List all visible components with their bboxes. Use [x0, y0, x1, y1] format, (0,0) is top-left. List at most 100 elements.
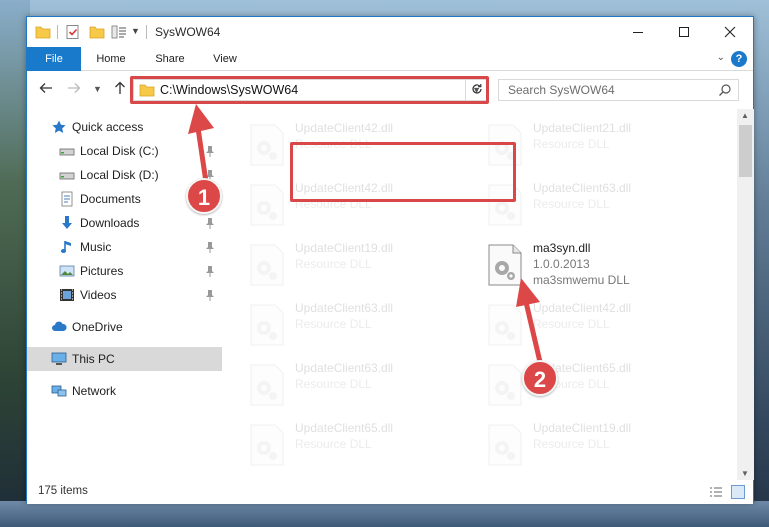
customize-toolbar-caret-icon[interactable]: ▼ — [131, 26, 140, 36]
dll-file-icon — [249, 124, 285, 166]
file-description: Resource DLL — [295, 257, 372, 271]
pin-icon[interactable] — [205, 241, 215, 253]
file-description: Resource DLL — [295, 437, 372, 451]
expand-ribbon-chevron-icon[interactable]: ⌄ — [717, 52, 725, 63]
file-tile[interactable]: UpdateClient19.dll Resource DLL — [222, 235, 442, 291]
vertical-scrollbar[interactable]: ▲ ▼ — [737, 109, 754, 480]
scroll-down-icon[interactable]: ▼ — [741, 469, 749, 478]
network-icon — [51, 383, 67, 399]
file-highlight — [290, 142, 516, 202]
back-button[interactable] — [39, 81, 53, 98]
cloud-icon — [51, 319, 67, 335]
file-name: UpdateClient63.dll — [533, 181, 632, 195]
help-icon[interactable]: ? — [731, 51, 747, 67]
up-button[interactable] — [113, 81, 127, 98]
file-name: UpdateClient21.dll — [533, 121, 632, 135]
file-description: Resource DLL — [295, 377, 372, 391]
pictures-icon — [59, 263, 75, 279]
sidebar-item-pictures[interactable]: Pictures — [27, 259, 222, 283]
file-name: UpdateClient19.dll — [295, 241, 394, 255]
file-tile[interactable]: UpdateClient65.dll Resource DLL — [460, 355, 680, 411]
sidebar-item-local-disk-c[interactable]: Local Disk (C:) — [27, 139, 222, 163]
sidebar-item-network[interactable]: Network — [27, 379, 222, 403]
title-separator — [146, 25, 147, 39]
file-tile[interactable]: UpdateClient63.dll Resource DLL — [222, 295, 442, 351]
tab-home[interactable]: Home — [89, 47, 133, 71]
pin-icon[interactable] — [205, 289, 215, 301]
sidebar-item-label: Music — [80, 240, 112, 254]
sidebar-item-music[interactable]: Music — [27, 235, 222, 259]
navigation-bar: ▼ C:\Windows\SysWOW64 ▼ Search SysWOW64 — [27, 71, 753, 109]
maximize-button[interactable] — [661, 17, 707, 47]
details-view-icon[interactable] — [709, 486, 723, 498]
search-icon[interactable] — [718, 83, 732, 97]
tab-share[interactable]: Share — [148, 47, 192, 71]
file-tile[interactable]: UpdateClient63.dll Resource DLL — [222, 355, 442, 411]
properties-check-icon[interactable] — [65, 24, 81, 40]
dll-file-icon — [487, 304, 523, 346]
pin-icon[interactable] — [205, 217, 215, 229]
file-name: UpdateClient42.dll — [533, 301, 632, 315]
close-icon — [724, 26, 736, 38]
search-input[interactable]: Search SysWOW64 — [498, 79, 739, 101]
file-explorer-window: ▼ SysWOW64 File Home Share View ⌄ ? ▼ C:… — [26, 16, 754, 504]
file-name: UpdateClient19.dll — [533, 421, 632, 435]
dll-file-icon — [487, 424, 523, 466]
pin-icon[interactable] — [205, 145, 215, 157]
sidebar-item-this-pc[interactable]: This PC — [27, 347, 222, 371]
sidebar-item-videos[interactable]: Videos — [27, 283, 222, 307]
file-tile[interactable]: UpdateClient19.dll Resource DLL — [460, 415, 680, 471]
desktop-background-water — [0, 501, 769, 527]
star-icon — [51, 119, 67, 135]
sidebar-item-label: OneDrive — [72, 320, 123, 334]
file-name: UpdateClient63.dll — [295, 301, 394, 315]
properties-list-icon[interactable] — [111, 24, 127, 40]
file-name: UpdateClient65.dll — [295, 421, 394, 435]
ribbon-tabs: File Home Share View ⌄ ? — [27, 47, 753, 71]
pin-icon[interactable] — [205, 265, 215, 277]
file-description: ma3smwemu DLL — [533, 273, 630, 287]
minimize-button[interactable] — [615, 17, 661, 47]
navigation-pane: Quick access Local Disk (C:) Local Disk … — [27, 109, 222, 472]
file-version: 1.0.0.2013 — [533, 257, 590, 271]
sidebar-item-quick-access[interactable]: Quick access — [27, 115, 222, 139]
dll-file-icon — [487, 364, 523, 406]
sidebar-item-label: Videos — [80, 288, 117, 302]
scroll-up-icon[interactable]: ▲ — [741, 111, 749, 120]
computer-icon — [51, 351, 67, 367]
file-description: Resource DLL — [533, 137, 610, 151]
file-tile[interactable]: UpdateClient42.dll Resource DLL — [460, 295, 680, 351]
status-bar: 175 items — [27, 480, 753, 504]
minimize-icon — [633, 31, 643, 33]
tab-view[interactable]: View — [205, 47, 245, 71]
sidebar-item-label: Local Disk (D:) — [80, 168, 159, 182]
close-button[interactable] — [707, 17, 753, 47]
dll-file-icon — [249, 364, 285, 406]
tab-file[interactable]: File — [27, 47, 81, 71]
drive-icon — [59, 167, 75, 183]
sidebar-item-label: Quick access — [72, 120, 144, 134]
sidebar-item-downloads[interactable]: Downloads — [27, 211, 222, 235]
forward-arrow-icon — [68, 83, 81, 93]
large-icons-view-icon[interactable] — [731, 485, 745, 499]
folder-icon — [35, 24, 51, 40]
new-folder-icon[interactable] — [89, 24, 105, 40]
music-icon — [59, 239, 75, 255]
recent-locations-caret-icon[interactable]: ▼ — [93, 84, 102, 94]
window-title: SysWOW64 — [155, 25, 221, 39]
sidebar-item-onedrive[interactable]: OneDrive — [27, 315, 222, 339]
file-tile[interactable]: UpdateClient65.dll Resource DLL — [222, 415, 442, 471]
title-bar: ▼ SysWOW64 — [27, 17, 753, 47]
scrollbar-thumb[interactable] — [739, 125, 752, 177]
sidebar-item-label: Downloads — [80, 216, 140, 230]
videos-icon — [59, 287, 75, 303]
title-separator — [57, 25, 58, 39]
file-name: ma3syn.dll — [533, 241, 591, 255]
file-name: UpdateClient42.dll — [295, 121, 394, 135]
sidebar-item-label: Pictures — [80, 264, 124, 278]
file-tile-ma3syn[interactable]: ma3syn.dll 1.0.0.2013 ma3smwemu DLL — [460, 235, 680, 291]
dll-file-icon — [249, 424, 285, 466]
step-badge-1: 1 — [186, 178, 222, 214]
forward-button[interactable] — [67, 81, 81, 98]
dll-file-icon — [249, 244, 285, 286]
